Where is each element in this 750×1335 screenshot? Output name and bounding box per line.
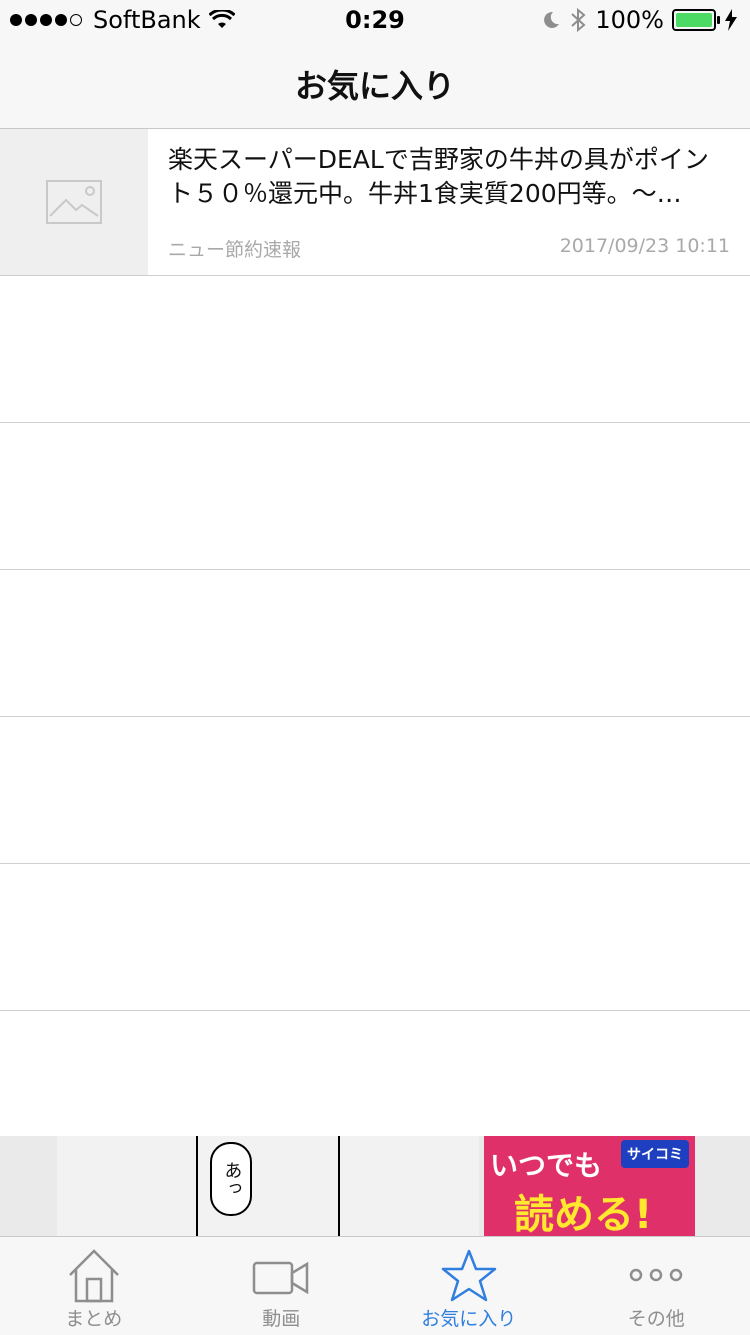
speech-bubble: あっ [210,1142,252,1216]
tab-more[interactable]: その他 [563,1237,750,1335]
home-icon [65,1247,123,1305]
tab-bar: まとめ 動画 お気に入り その他 [0,1236,750,1335]
article-title: 楽天スーパーDEALで吉野家の牛丼の具がポイント５０％還元中。牛丼1食実質200… [168,143,728,219]
tab-video[interactable]: 動画 [188,1237,376,1335]
more-icon [626,1247,686,1305]
thumbnail [0,129,148,275]
ad-headline: 読める! [514,1182,652,1240]
tab-label: 動画 [188,1304,376,1331]
empty-row [0,717,750,864]
page-title: お気に入り [295,61,455,107]
ad-logo: サイコミ [621,1140,689,1168]
star-icon [440,1247,498,1305]
empty-row [0,423,750,570]
video-icon [251,1247,311,1305]
list-item[interactable]: 楽天スーパーDEALで吉野家の牛丼の具がポイント５０％還元中。牛丼1食実質200… [0,129,750,276]
tab-label: お気に入り [375,1304,563,1331]
image-placeholder-icon [46,180,102,224]
tab-favorites[interactable]: お気に入り [375,1237,563,1335]
battery-fill [676,13,712,27]
battery-icon [672,9,716,31]
empty-row [0,570,750,717]
status-right: 100% [541,6,738,34]
article-source: ニュー節約速報 [168,235,301,262]
tab-label: その他 [563,1304,750,1331]
ad-banner[interactable]: あっ いつでも サイコミ 読める! [0,1136,750,1236]
manga-panel [57,1136,198,1236]
status-bar: SoftBank 0:29 100% [0,0,750,40]
bluetooth-icon [569,8,587,32]
ad-tagline: いつでも [490,1144,602,1184]
charging-icon [724,9,738,31]
moon-icon [541,10,561,30]
battery-percent: 100% [595,6,664,34]
favorites-list: 楽天スーパーDEALで吉野家の牛丼の具がポイント５０％還元中。牛丼1食実質200… [0,129,750,1011]
article-date: 2017/09/23 10:11 [560,235,730,257]
empty-row [0,864,750,1011]
tab-label: まとめ [0,1304,188,1331]
empty-row [0,276,750,423]
navigation-bar: お気に入り [0,40,750,129]
tab-matome[interactable]: まとめ [0,1237,188,1335]
ad-manga-image[interactable]: あっ [57,1136,479,1236]
manga-panel [340,1136,479,1236]
ad-promo[interactable]: いつでも サイコミ 読める! [484,1136,695,1236]
manga-panel: あっ [198,1136,339,1236]
